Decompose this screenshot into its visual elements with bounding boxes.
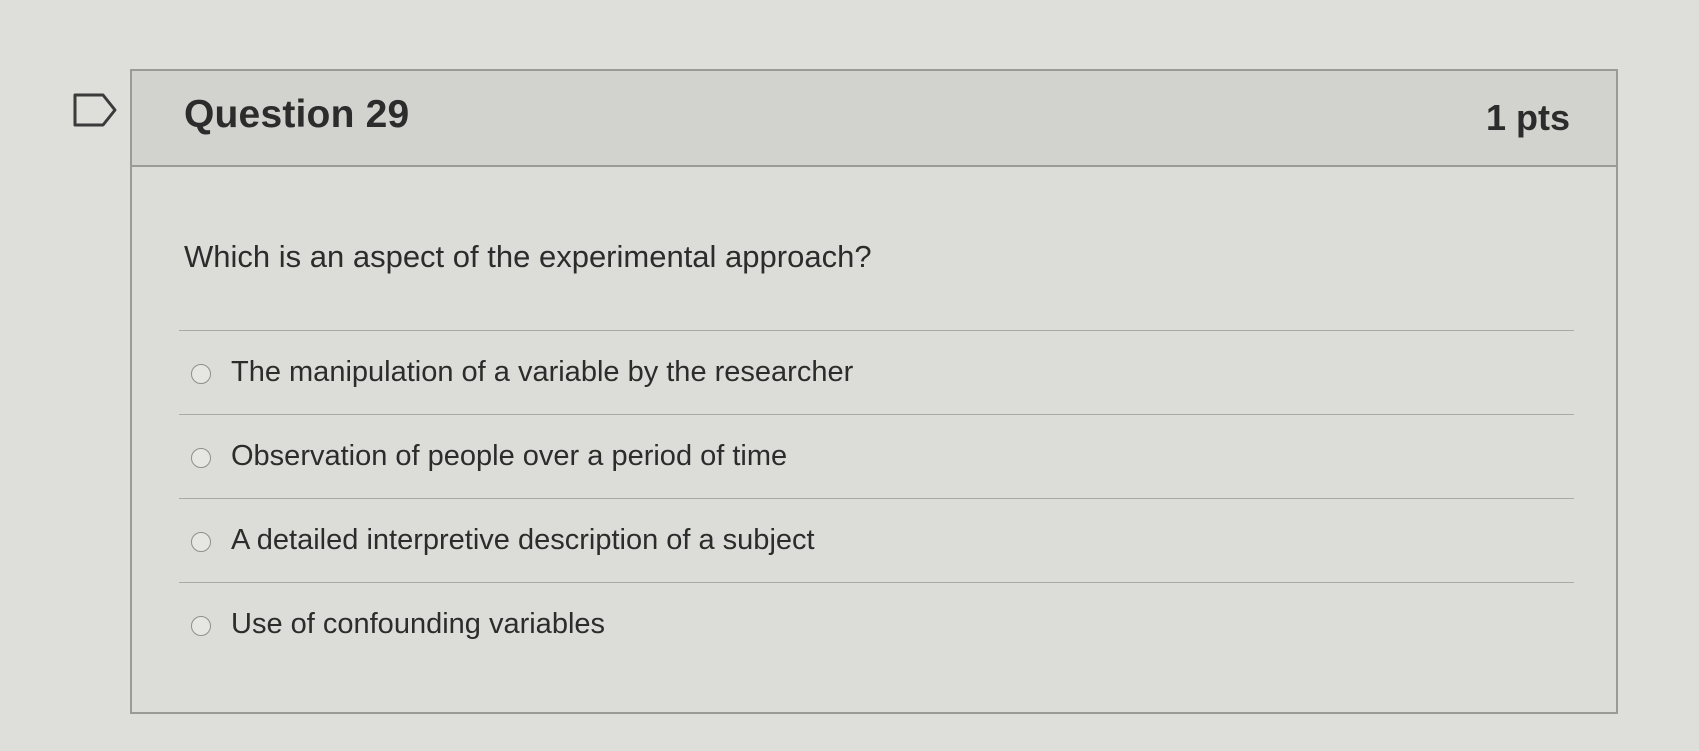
question-card: Question 29 1 pts Which is an aspect of …: [130, 69, 1618, 714]
answer-option[interactable]: A detailed interpretive description of a…: [179, 498, 1574, 582]
flag-question-icon[interactable]: [73, 93, 117, 127]
question-title: Question 29: [184, 93, 410, 136]
answer-list: The manipulation of a variable by the re…: [179, 330, 1574, 666]
question-text: Which is an aspect of the experimental a…: [184, 239, 872, 274]
answer-label[interactable]: A detailed interpretive description of a…: [231, 524, 815, 557]
answer-label[interactable]: Observation of people over a period of t…: [231, 440, 787, 473]
answer-option[interactable]: Observation of people over a period of t…: [179, 414, 1574, 498]
question-header: Question 29 1 pts: [132, 71, 1616, 167]
radio-button[interactable]: [191, 616, 211, 636]
question-points: 1 pts: [1485, 97, 1570, 138]
radio-button[interactable]: [191, 532, 211, 552]
radio-button[interactable]: [191, 448, 211, 468]
answer-option[interactable]: Use of confounding variables: [179, 582, 1574, 666]
answer-label[interactable]: Use of confounding variables: [231, 608, 605, 641]
radio-button[interactable]: [191, 364, 211, 384]
answer-option[interactable]: The manipulation of a variable by the re…: [179, 330, 1574, 414]
answer-label[interactable]: The manipulation of a variable by the re…: [231, 356, 853, 389]
